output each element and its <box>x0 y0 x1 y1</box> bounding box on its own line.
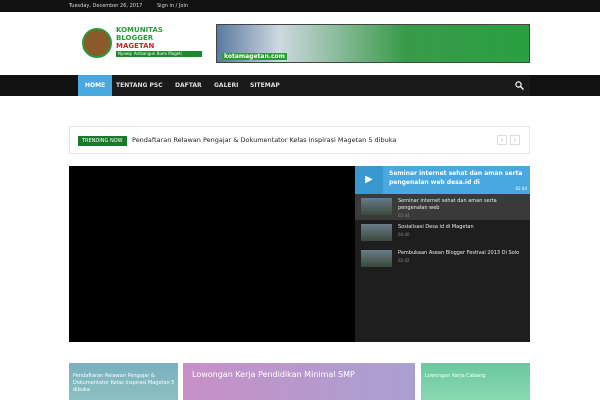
video-title: Seminar internet sehat dan aman serta pe… <box>398 198 497 211</box>
site-logo[interactable]: KOMUNITAS BLOGGER MAGETAN Nyawiji Ambang… <box>82 26 202 60</box>
banner-text: kotamagetan.com <box>222 53 287 60</box>
header-banner[interactable]: kotamagetan.com <box>216 24 530 63</box>
video-thumbnail <box>361 224 392 241</box>
featured-card[interactable]: Lowongan Kerja Cabang <box>421 363 530 400</box>
card-title: Lowongan Kerja Cabang <box>425 373 486 379</box>
date: Tuesday, December 26, 2017 <box>69 3 143 9</box>
video-playlist: ▶ Seminar internet sehat dan aman serta … <box>355 166 530 342</box>
logo-line: KOMUNITAS <box>116 26 163 34</box>
video-player[interactable] <box>69 166 355 342</box>
prev-arrow-icon[interactable]: ‹ <box>497 135 507 145</box>
playlist-item[interactable]: Pembukaan Asean Blogger Festival 2013 Di… <box>355 246 530 272</box>
sign-in-link[interactable]: Sign in / Join <box>157 3 188 9</box>
nav-tentang-psc[interactable]: TENTANG PSC <box>116 75 163 96</box>
trending-link[interactable]: Pendaftaran Relawan Pengajar & Dokumenta… <box>132 136 396 144</box>
logo-tagline: Nyawiji Ambangun Bumi Mageti <box>116 51 202 57</box>
mascot-logo-icon <box>82 28 112 58</box>
current-video-title: Seminar internet sehat dan aman serta pe… <box>389 170 523 186</box>
video-duration: 02:42 <box>398 258 410 263</box>
playlist-item[interactable]: Sosialisasi Desa id di Magetan 04:40 <box>355 220 530 246</box>
next-arrow-icon[interactable]: › <box>510 135 520 145</box>
top-bar: Tuesday, December 26, 2017 Sign in / Joi… <box>0 0 600 12</box>
video-title: Pembukaan Asean Blogger Festival 2013 Di… <box>398 250 520 256</box>
nav-home[interactable]: HOME <box>78 75 113 96</box>
logo-line: BLOGGER <box>116 34 154 42</box>
video-duration: 04:40 <box>398 232 410 237</box>
video-duration: 02:44 <box>398 213 410 218</box>
search-icon[interactable] <box>515 81 524 90</box>
playlist-item[interactable]: Seminar internet sehat dan aman serta pe… <box>355 194 530 220</box>
video-title: Sosialisasi Desa id di Magetan <box>398 224 474 230</box>
video-thumbnail <box>361 198 392 215</box>
nav-galeri[interactable]: GALERI <box>214 75 238 96</box>
play-icon[interactable]: ▶ <box>355 166 383 194</box>
card-title: Pendaftaran Relawan Pengajar & Dokumenta… <box>73 373 175 393</box>
video-thumbnail <box>361 250 392 267</box>
trending-bar: TRENDING NOW Pendaftaran Relawan Pengaja… <box>69 126 530 154</box>
featured-card[interactable]: Lowongan Kerja Pendidikan Minimal SMP <box>183 363 415 400</box>
main-nav: HOME TENTANG PSC DAFTAR GALERI SITEMAP <box>0 75 600 96</box>
trending-badge: TRENDING NOW <box>78 136 127 146</box>
logo-line: MAGETAN <box>116 42 155 50</box>
featured-card[interactable]: Pendaftaran Relawan Pengajar & Dokumenta… <box>69 363 178 400</box>
nav-sitemap[interactable]: SITEMAP <box>250 75 280 96</box>
nav-daftar[interactable]: DAFTAR <box>175 75 202 96</box>
card-title: Lowongan Kerja Pendidikan Minimal SMP <box>192 370 355 379</box>
current-video-duration: 02:44 <box>515 186 527 191</box>
